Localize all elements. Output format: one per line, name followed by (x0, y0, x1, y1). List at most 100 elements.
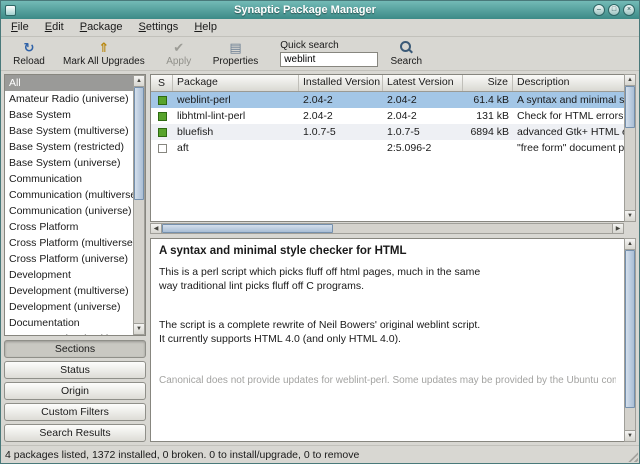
table-row[interactable]: weblint-perl 2.04-2 2.04-2 61.4 kB A syn… (151, 92, 624, 108)
column-header-size[interactable]: Size (463, 75, 513, 91)
table-horizontal-scrollbar[interactable]: ◀ ▶ (150, 223, 624, 234)
resize-grip[interactable] (626, 450, 638, 462)
main-area: All Amateur Radio (universe) Base System… (1, 71, 639, 445)
package-name: weblint-perl (177, 94, 231, 106)
category-item[interactable]: Base System (restricted) (5, 139, 133, 155)
menu-item[interactable]: Package (72, 19, 131, 36)
scrollbar-track[interactable] (134, 87, 144, 323)
category-item[interactable]: All (5, 75, 133, 91)
filter-view-button[interactable]: Origin (4, 382, 146, 400)
toolbar-button-icon (173, 40, 184, 55)
category-item[interactable]: Documentation (multiverse) (5, 331, 133, 335)
package-name: bluefish (177, 126, 214, 138)
category-item[interactable]: Base System (multiverse) (5, 123, 133, 139)
category-item[interactable]: Cross Platform (multiverse) (5, 235, 133, 251)
category-item[interactable]: Amateur Radio (universe) (5, 91, 133, 107)
package-description: A syntax and minimal style che (517, 94, 624, 106)
scroll-down-icon[interactable]: ▼ (134, 323, 144, 334)
filter-view-button[interactable]: Status (4, 361, 146, 379)
toolbar-button[interactable]: Properties (207, 38, 265, 69)
package-table-area: S Package Installed Version Latest Versi… (150, 74, 636, 222)
details-text-line: This is a perl script which picks fluff … (159, 266, 481, 278)
toolbar-button[interactable]: Apply (157, 38, 201, 69)
maximize-button[interactable]: □ (608, 4, 620, 16)
category-item[interactable]: Communication (multiverse) (5, 187, 133, 203)
package-status-checkbox[interactable] (157, 143, 167, 153)
table-body: weblint-perl 2.04-2 2.04-2 61.4 kB A syn… (151, 92, 624, 156)
scrollbar-track[interactable] (625, 250, 635, 430)
menu-item[interactable]: Edit (37, 19, 72, 36)
scroll-up-icon[interactable]: ▲ (625, 239, 635, 250)
close-button[interactable]: × (623, 4, 635, 16)
filter-view-button[interactable]: Sections (4, 340, 146, 358)
toolbar-button[interactable]: Reload (7, 38, 51, 69)
details-scrollbar[interactable]: ▲ ▼ (624, 238, 636, 442)
scroll-right-icon[interactable]: ▶ (612, 224, 623, 233)
scrollbar-thumb[interactable] (625, 250, 635, 409)
minimize-button[interactable]: – (593, 4, 605, 16)
toolbar: Reload Mark All Upgrades Apply Propertie… (1, 37, 639, 71)
package-table: S Package Installed Version Latest Versi… (150, 74, 624, 222)
quick-search: Quick search (280, 40, 379, 67)
details-text-line: The script is a complete rewrite of Neil… (159, 319, 481, 332)
latest-version: 2.04-2 (387, 110, 417, 122)
scrollbar-track[interactable] (162, 224, 612, 233)
column-header-description[interactable]: Description (513, 75, 624, 91)
scroll-down-icon[interactable]: ▼ (625, 430, 635, 441)
filter-view-button[interactable]: Search Results (4, 424, 146, 442)
scrollbar-track[interactable] (625, 86, 635, 210)
details-text-line: way traditional lint picks fluff off C p… (159, 279, 365, 292)
details-body: This is a perl script which picks fluff … (159, 266, 616, 347)
details-text-line: It currently supports HTML 4.0 (and only… (159, 332, 401, 345)
scroll-down-icon[interactable]: ▼ (625, 210, 635, 221)
menu-item[interactable]: Help (186, 19, 225, 36)
table-row[interactable]: libhtml-lint-perl 2.04-2 2.04-2 131 kB C… (151, 108, 624, 124)
category-item[interactable]: Cross Platform (universe) (5, 251, 133, 267)
package-status-checkbox[interactable] (157, 95, 167, 105)
table-scrollbar[interactable]: ▲ ▼ (624, 74, 636, 222)
package-description: Check for HTML errors in a (517, 110, 624, 122)
scroll-up-icon[interactable]: ▲ (625, 75, 635, 86)
column-header-status[interactable]: S (151, 75, 173, 91)
package-size: 61.4 kB (473, 94, 509, 106)
toolbar-button-icon (98, 40, 109, 55)
category-item[interactable]: Cross Platform (5, 219, 133, 235)
menu-item[interactable]: File (3, 19, 37, 36)
menubar: File Edit Package Settings Help (1, 19, 639, 37)
scroll-left-icon[interactable]: ◀ (151, 224, 162, 233)
category-item[interactable]: Documentation (5, 315, 133, 331)
scrollbar-thumb[interactable] (134, 87, 144, 201)
search-icon (399, 40, 413, 55)
category-item[interactable]: Development (universe) (5, 299, 133, 315)
category-item[interactable]: Base System (universe) (5, 155, 133, 171)
toolbar-button-label: Mark All Upgrades (63, 56, 145, 67)
sidebar-scrollbar[interactable]: ▲ ▼ (133, 75, 145, 335)
category-item[interactable]: Development (multiverse) (5, 283, 133, 299)
category-item[interactable]: Communication (universe) (5, 203, 133, 219)
quick-search-input[interactable] (280, 52, 379, 67)
package-description: advanced Gtk+ HTML editor (517, 126, 624, 138)
package-status-checkbox[interactable] (157, 127, 167, 137)
table-row[interactable]: aft 2:5.096-2 "free form" document prepa… (151, 140, 624, 156)
category-item[interactable]: Base System (5, 107, 133, 123)
filter-view-button[interactable]: Custom Filters (4, 403, 146, 421)
menu-item[interactable]: Settings (131, 19, 187, 36)
category-item[interactable]: Development (5, 267, 133, 283)
category-item[interactable]: Communication (5, 171, 133, 187)
status-text: 4 packages listed, 1372 installed, 0 bro… (5, 448, 360, 461)
titlebar[interactable]: Synaptic Package Manager – □ × (1, 1, 639, 19)
column-header-latest[interactable]: Latest Version (383, 75, 463, 91)
toolbar-button[interactable]: Mark All Upgrades (57, 38, 151, 69)
column-header-installed[interactable]: Installed Version (299, 75, 383, 91)
package-status-checkbox[interactable] (157, 111, 167, 121)
scrollbar-thumb[interactable] (625, 86, 635, 129)
column-header-package[interactable]: Package (173, 75, 299, 91)
search-button[interactable]: Search (384, 38, 428, 69)
scroll-up-icon[interactable]: ▲ (134, 76, 144, 87)
quick-search-label: Quick search (280, 40, 339, 51)
package-size: 6894 kB (470, 126, 509, 138)
table-row[interactable]: bluefish 1.0.7-5 1.0.7-5 6894 kB advance… (151, 124, 624, 140)
scrollbar-thumb[interactable] (162, 224, 333, 233)
window-title: Synaptic Package Manager (234, 4, 376, 16)
toolbar-button-label: Reload (13, 56, 45, 67)
